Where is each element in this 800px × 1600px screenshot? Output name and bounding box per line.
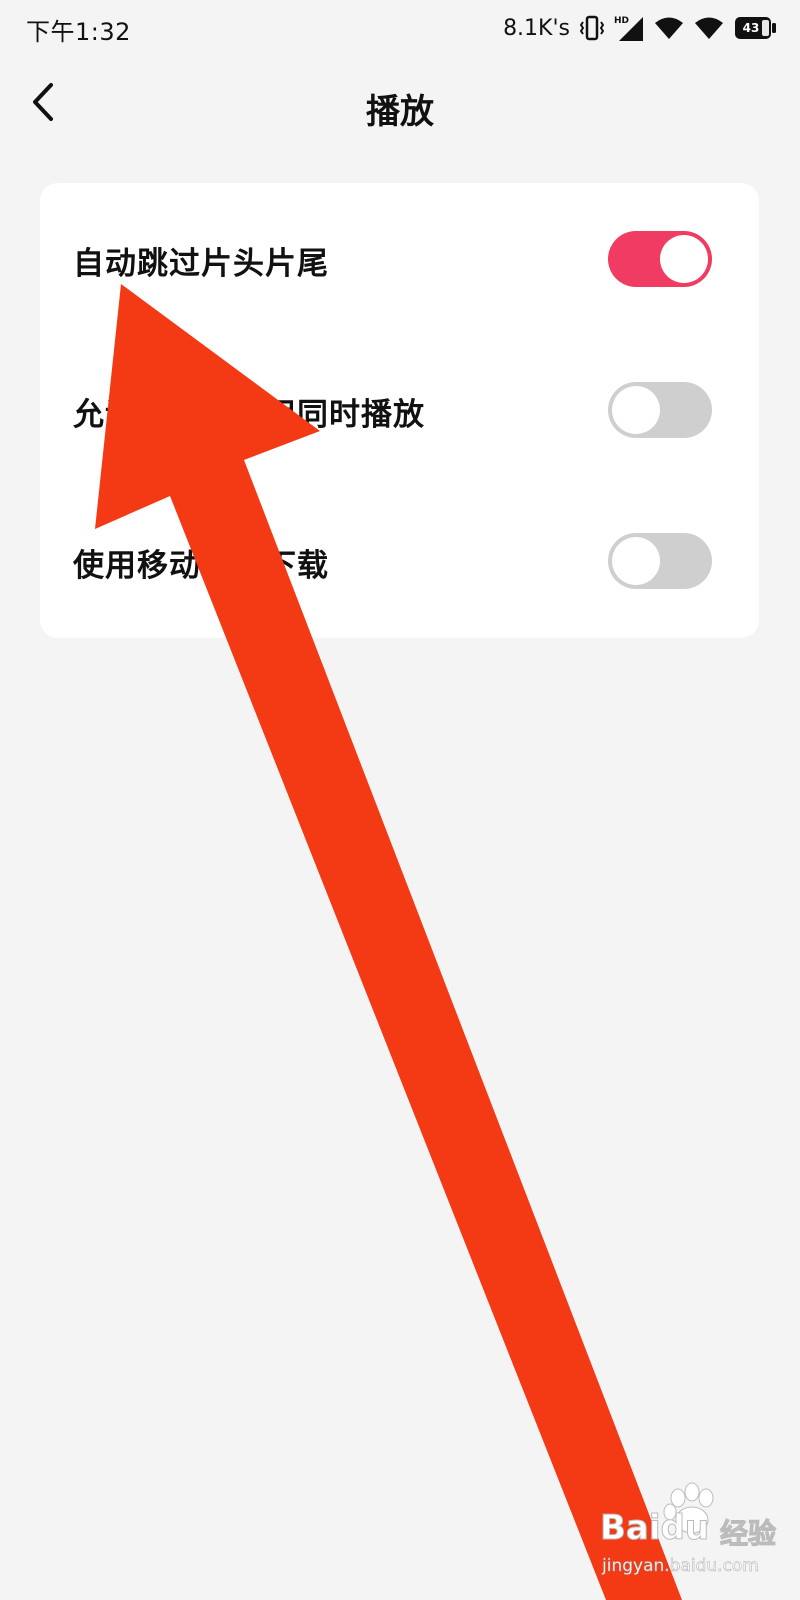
wifi-icon	[654, 15, 684, 41]
mobile-download-toggle[interactable]	[608, 533, 712, 589]
status-icons: 8.1K's HD 43	[503, 10, 778, 46]
wifi-icon	[694, 15, 724, 41]
network-speed: 8.1K's	[503, 15, 570, 41]
concurrent-playback-toggle[interactable]	[608, 382, 712, 438]
settings-card: 自动跳过片头片尾 允许与其他应用同时播放 使用移动网络下载	[40, 183, 759, 638]
toggle-knob	[660, 235, 708, 283]
toggle-knob	[612, 537, 660, 585]
header: 播放	[0, 70, 800, 140]
hd-signal-icon: HD	[614, 14, 644, 42]
status-bar: 下午1:32 8.1K's HD 43	[0, 0, 800, 56]
vibrate-icon	[580, 14, 604, 42]
watermark-brand: Baidu	[599, 1508, 710, 1549]
setting-label: 使用移动网络下载	[73, 548, 329, 584]
watermark-url: jingyan.baidu.com	[602, 1556, 759, 1577]
setting-label: 允许与其他应用同时播放	[73, 397, 425, 433]
setting-row-concurrent-playback: 允许与其他应用同时播放	[40, 334, 759, 485]
page-title: 播放	[366, 92, 434, 132]
skip-intro-toggle[interactable]	[608, 231, 712, 287]
setting-label: 自动跳过片头片尾	[73, 246, 329, 282]
battery-level: 43	[742, 21, 760, 35]
watermark: Baidu 经验 jingyan.baidu.com	[599, 1478, 790, 1588]
toggle-knob	[612, 386, 660, 434]
status-time: 下午1:32	[26, 18, 131, 46]
watermark-product: 经验	[719, 1517, 777, 1551]
setting-row-mobile-download: 使用移动网络下载	[40, 485, 759, 636]
svg-text:HD: HD	[614, 16, 629, 26]
battery-icon: 43	[734, 15, 778, 41]
setting-row-skip-intro: 自动跳过片头片尾	[40, 183, 759, 334]
